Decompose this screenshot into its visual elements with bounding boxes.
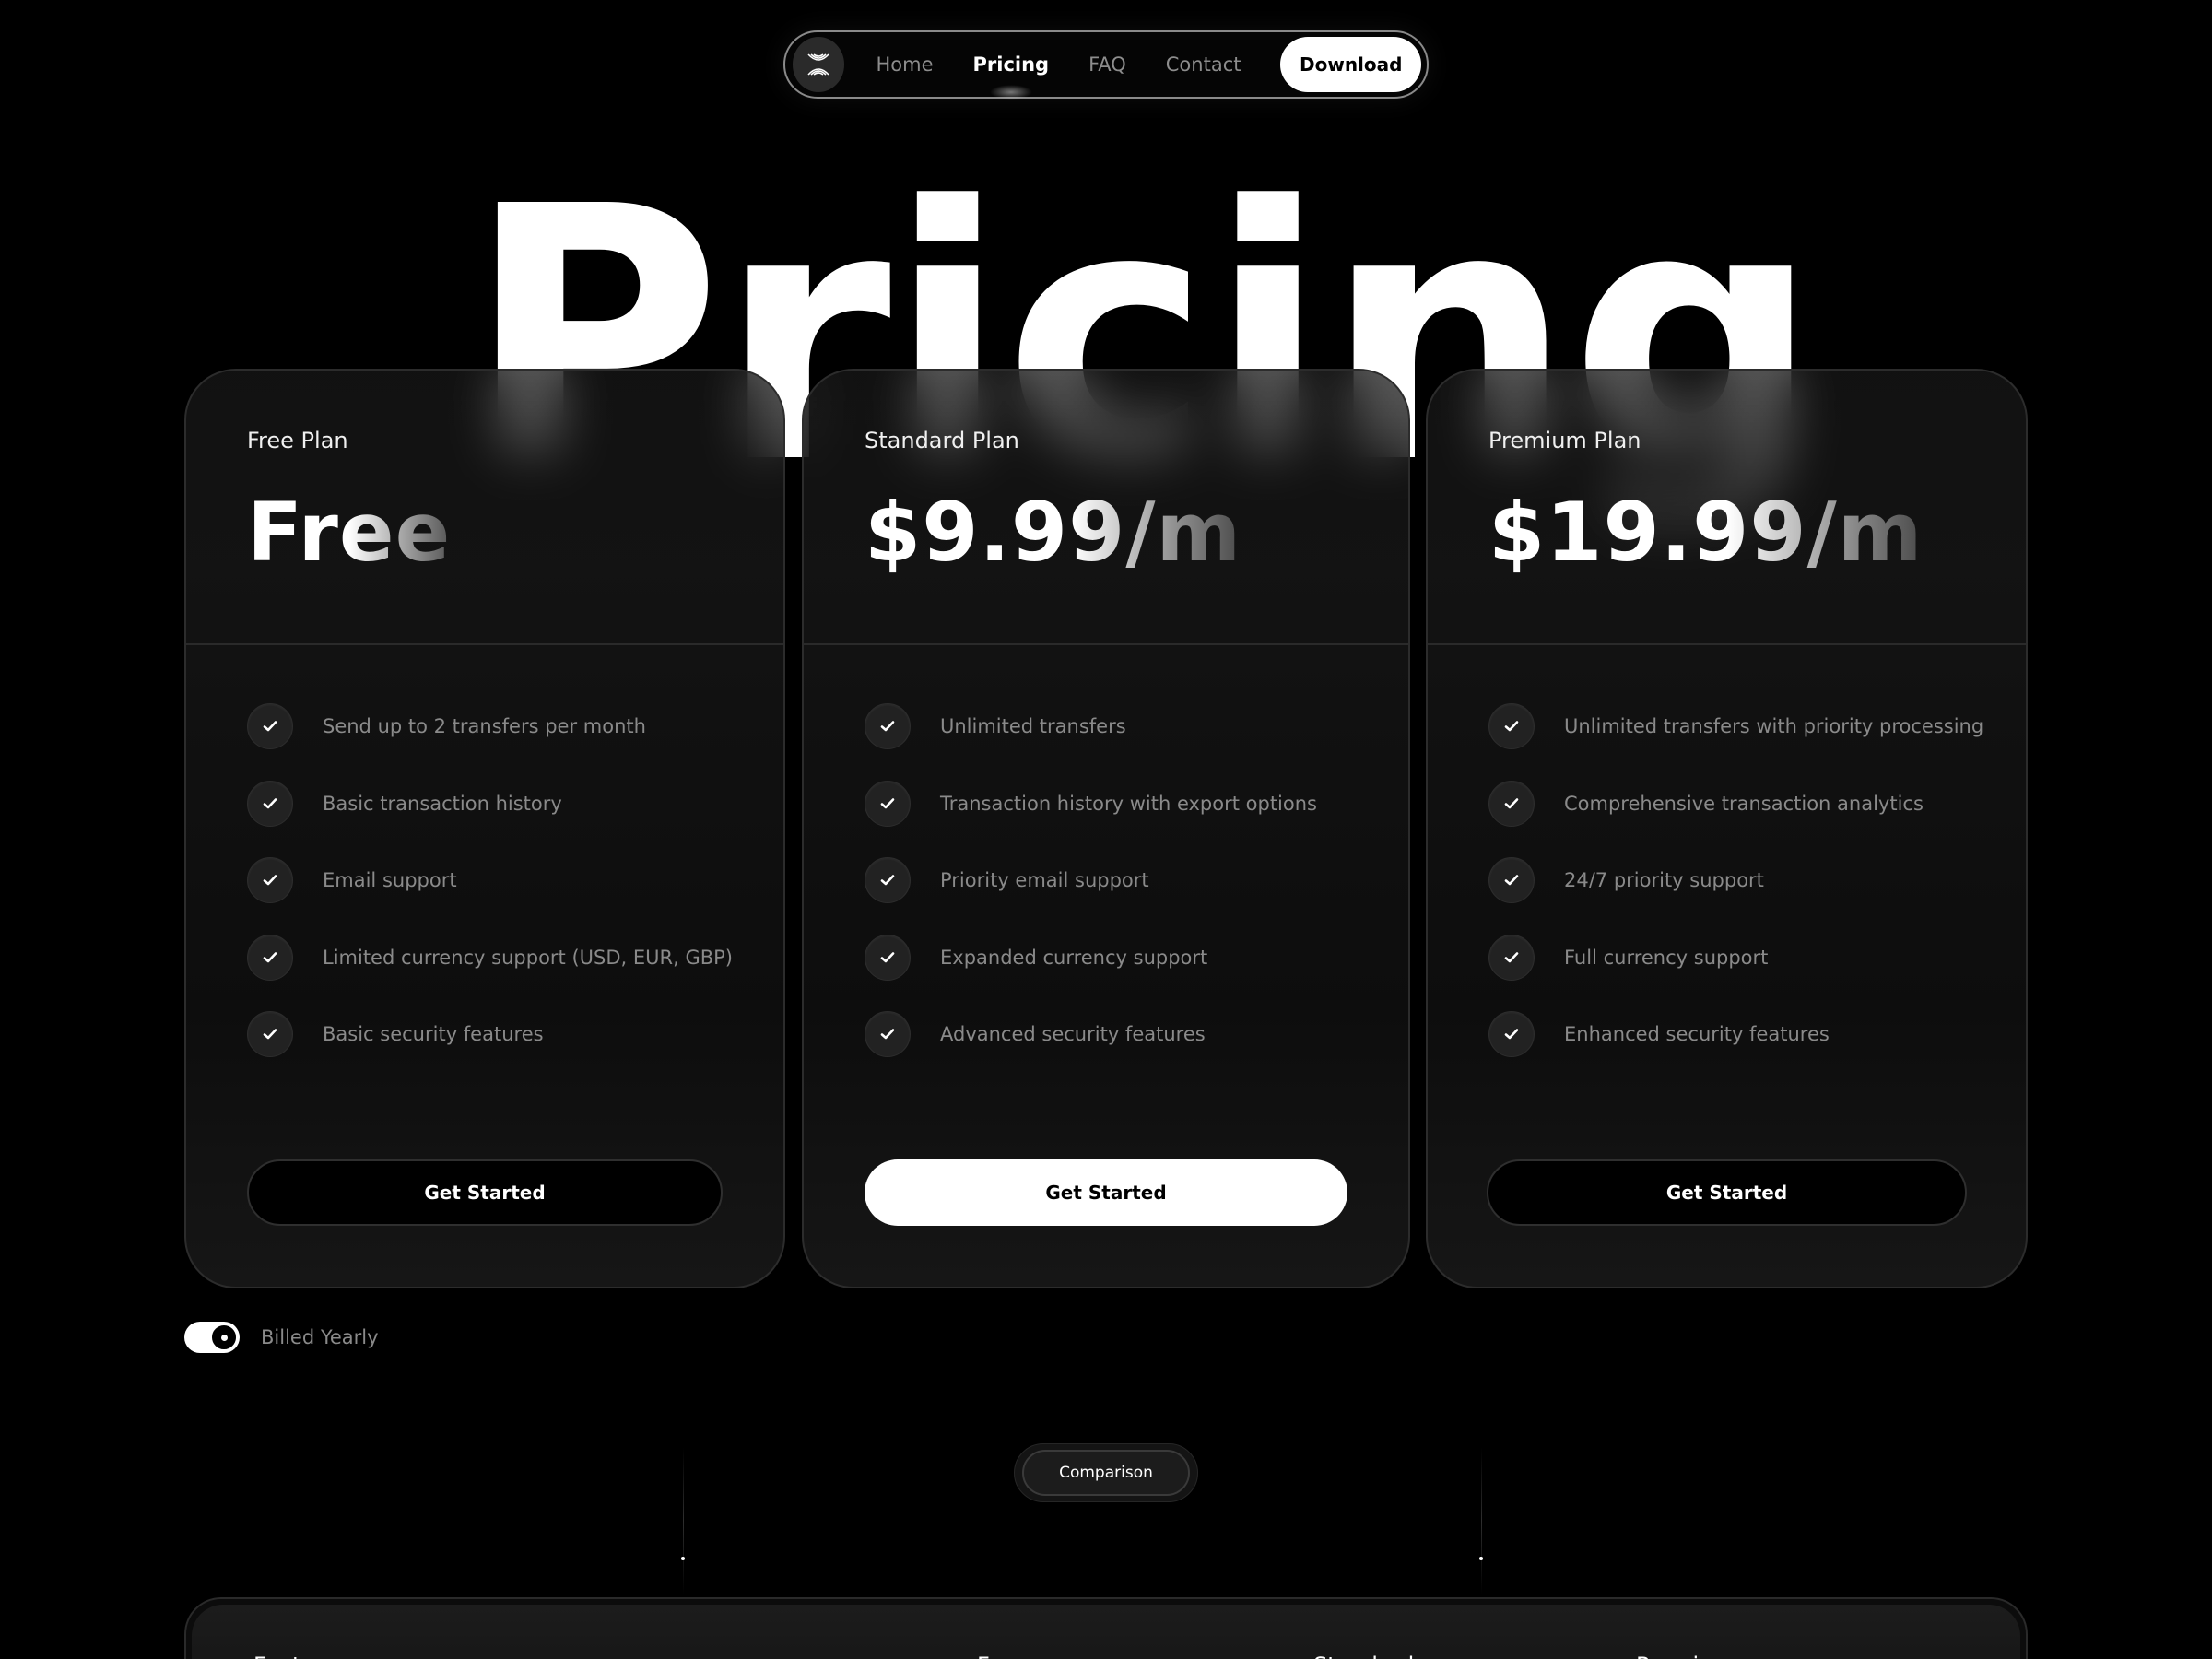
nav-link-pricing[interactable]: Pricing [973, 53, 1050, 76]
check-icon [1488, 703, 1535, 749]
feature-text: Expanded currency support [940, 946, 1208, 969]
check-icon [865, 934, 911, 981]
billed-yearly-label: Billed Yearly [261, 1326, 379, 1348]
check-icon [865, 1011, 911, 1057]
feature-item: Advanced security features [865, 1010, 1408, 1058]
plan-header: Premium Plan $19.99/m [1428, 371, 2026, 645]
feature-item: Unlimited transfers with priority proces… [1488, 702, 2026, 750]
download-button[interactable]: Download [1280, 37, 1421, 92]
plan-name: Premium Plan [1488, 428, 1641, 453]
nav-link-home[interactable]: Home [876, 53, 933, 76]
plan-header: Standard Plan $9.99/m [804, 371, 1408, 645]
feature-item: 24/7 priority support [1488, 856, 2026, 904]
check-icon [247, 934, 293, 981]
column-header-premium: Premium [1636, 1653, 1735, 1659]
comparison-badge-wrapper: Comparison [1014, 1443, 1198, 1502]
feature-item: Priority email support [865, 856, 1408, 904]
check-icon [1488, 857, 1535, 903]
plan-card-premium: Premium Plan $19.99/m Unlimited transfer… [1426, 369, 2028, 1288]
comparison-table-header: Features Free Standard Premium [192, 1605, 2020, 1659]
feature-list: Unlimited transfers Transaction history … [804, 645, 1408, 1058]
nav-link-faq[interactable]: FAQ [1088, 53, 1126, 76]
toggle-dot-icon [220, 1334, 228, 1341]
feature-text: Email support [323, 869, 457, 891]
check-icon [1488, 780, 1535, 827]
feature-text: Advanced security features [940, 1023, 1206, 1045]
top-nav: Home Pricing FAQ Contact Download [783, 30, 1429, 99]
feature-item: Email support [247, 856, 783, 904]
feature-text: Unlimited transfers [940, 715, 1126, 737]
plan-price: $9.99/m [865, 485, 1242, 580]
feature-item: Enhanced security features [1488, 1010, 2026, 1058]
get-started-button-standard[interactable]: Get Started [865, 1159, 1347, 1226]
feature-item: Basic transaction history [247, 780, 783, 828]
guide-node-left [681, 1557, 685, 1560]
comparison-table: Features Free Standard Premium [184, 1597, 2028, 1659]
feature-text: 24/7 priority support [1564, 869, 1764, 891]
plan-price: $19.99/m [1488, 485, 1924, 580]
feature-item: Transaction history with export options [865, 780, 1408, 828]
feature-item: Unlimited transfers [865, 702, 1408, 750]
check-icon [1488, 1011, 1535, 1057]
feature-item: Expanded currency support [865, 934, 1408, 982]
plan-card-standard: Standard Plan $9.99/m Unlimited transfer… [802, 369, 1410, 1288]
feature-item: Basic security features [247, 1010, 783, 1058]
logo-button[interactable] [793, 37, 845, 92]
guide-node-right [1479, 1557, 1483, 1560]
feature-text: Unlimited transfers with priority proces… [1564, 715, 1984, 737]
plan-card-free: Free Plan Free Send up to 2 transfers pe… [184, 369, 785, 1288]
check-icon [247, 703, 293, 749]
column-header-standard: Standard [1313, 1653, 1414, 1659]
toggle-knob [210, 1324, 238, 1351]
feature-text: Basic security features [323, 1023, 544, 1045]
check-icon [865, 780, 911, 827]
feature-item: Full currency support [1488, 934, 2026, 982]
guide-line-right [1481, 1447, 1482, 1594]
nav-link-contact[interactable]: Contact [1166, 53, 1241, 76]
plan-name: Free Plan [247, 428, 348, 453]
feature-text: Basic transaction history [323, 792, 562, 815]
plan-price: Free [247, 485, 452, 580]
plan-header: Free Plan Free [186, 371, 783, 645]
feature-text: Full currency support [1564, 946, 1769, 969]
check-icon [865, 703, 911, 749]
feature-list: Unlimited transfers with priority proces… [1428, 645, 2026, 1058]
billed-yearly-toggle[interactable] [184, 1322, 240, 1353]
nav-links: Home Pricing FAQ Contact [876, 53, 1280, 76]
check-icon [247, 857, 293, 903]
plan-name: Standard Plan [865, 428, 1019, 453]
check-icon [1488, 934, 1535, 981]
guide-line-left [683, 1447, 684, 1594]
check-icon [247, 1011, 293, 1057]
check-icon [865, 857, 911, 903]
feature-item: Send up to 2 transfers per month [247, 702, 783, 750]
feature-text: Send up to 2 transfers per month [323, 715, 646, 737]
column-header-free: Free [977, 1653, 1024, 1659]
feature-item: Comprehensive transaction analytics [1488, 780, 2026, 828]
comparison-badge[interactable]: Comparison [1022, 1450, 1190, 1496]
feature-item: Limited currency support (USD, EUR, GBP) [247, 934, 783, 982]
feature-text: Comprehensive transaction analytics [1564, 792, 1924, 815]
get-started-button-free[interactable]: Get Started [247, 1159, 723, 1226]
check-icon [247, 780, 293, 827]
column-header-features: Features [253, 1653, 348, 1659]
feature-text: Transaction history with export options [940, 792, 1317, 815]
feature-text: Enhanced security features [1564, 1023, 1830, 1045]
get-started-button-premium[interactable]: Get Started [1487, 1159, 1967, 1226]
feature-list: Send up to 2 transfers per month Basic t… [186, 645, 783, 1058]
billing-toggle-row: Billed Yearly [184, 1322, 379, 1353]
feature-text: Limited currency support (USD, EUR, GBP) [323, 946, 733, 969]
feature-text: Priority email support [940, 869, 1149, 891]
logo-x-arcs-icon [807, 53, 830, 76]
